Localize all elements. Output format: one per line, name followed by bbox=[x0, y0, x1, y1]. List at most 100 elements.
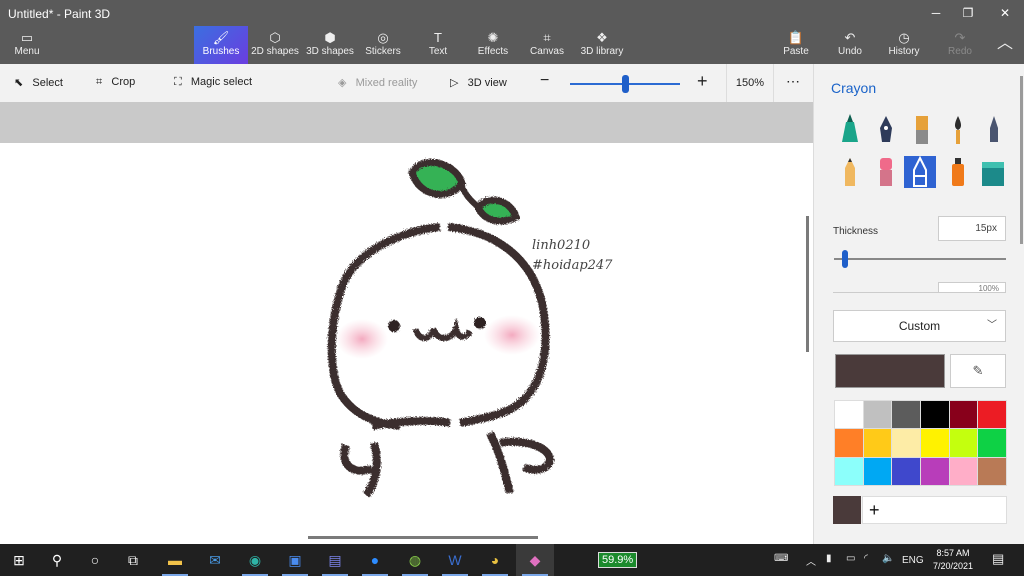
paint-3d-icon[interactable]: ◆ bbox=[516, 544, 554, 576]
color-swatch[interactable] bbox=[949, 457, 978, 485]
oil-brush[interactable] bbox=[908, 114, 936, 146]
history-button[interactable]: ◷ History bbox=[882, 26, 926, 64]
ccleaner-icon[interactable]: ◍ bbox=[396, 544, 434, 576]
drawing-canvas[interactable]: linh0210 #hoidap247 bbox=[0, 143, 806, 544]
tool-3d-library[interactable]: ❖ 3D library bbox=[578, 26, 626, 64]
marker-brush[interactable] bbox=[836, 114, 864, 146]
color-mode-dropdown[interactable]: Custom ﹀ bbox=[833, 310, 1006, 342]
teams-icon[interactable]: ▤ bbox=[316, 544, 354, 576]
color-swatch[interactable] bbox=[835, 429, 863, 457]
canvas-horizontal-scrollbar[interactable] bbox=[308, 536, 538, 539]
thickness-input[interactable]: 15px bbox=[938, 216, 1006, 241]
color-swatch[interactable] bbox=[978, 401, 1006, 429]
edge-icon[interactable]: ◉ bbox=[236, 544, 274, 576]
color-swatch[interactable] bbox=[978, 457, 1006, 485]
redo-icon: ↷ bbox=[954, 30, 966, 45]
chevron-up-icon[interactable]: ︿ bbox=[806, 553, 816, 568]
3d-view-icon: ▷ bbox=[450, 77, 459, 89]
color-swatch[interactable] bbox=[892, 429, 920, 457]
chin-line bbox=[371, 416, 451, 430]
color-swatch[interactable] bbox=[835, 457, 863, 485]
fill-brush[interactable] bbox=[978, 156, 1008, 188]
color-swatch[interactable] bbox=[949, 401, 978, 429]
menu-button[interactable]: ▭ Menu bbox=[6, 26, 48, 64]
color-swatch[interactable] bbox=[920, 457, 949, 485]
chevron-up-icon: ︿ bbox=[996, 35, 1013, 52]
tool-stickers[interactable]: ◎ Stickers bbox=[360, 26, 406, 64]
paste-button[interactable]: 📋 Paste bbox=[776, 26, 816, 64]
cortana-icon[interactable]: ○ bbox=[76, 544, 114, 576]
device-icon[interactable]: ▮ bbox=[826, 553, 832, 564]
zoom-icon[interactable]: ● bbox=[356, 544, 394, 576]
3d-view-button[interactable]: ▷ 3D view bbox=[450, 76, 507, 89]
watercolor-brush[interactable] bbox=[944, 114, 972, 146]
tool-brushes[interactable]: 🖌 Brushes bbox=[194, 26, 248, 64]
thickness-slider-thumb[interactable] bbox=[842, 250, 848, 268]
search-icon[interactable]: ⚲ bbox=[38, 544, 76, 576]
current-color-swatch[interactable] bbox=[835, 354, 945, 388]
tool-3d-shapes[interactable]: ⬢ 3D shapes bbox=[306, 26, 354, 64]
crayon-brush[interactable] bbox=[904, 155, 936, 188]
add-color-button[interactable]: + bbox=[862, 496, 1007, 524]
color-swatch[interactable] bbox=[949, 429, 978, 457]
eraser-brush[interactable] bbox=[872, 156, 900, 188]
tool-effects[interactable]: ✺ Effects bbox=[470, 26, 516, 64]
canvas-vertical-scrollbar[interactable] bbox=[806, 216, 809, 352]
opacity-input[interactable]: 100% bbox=[938, 282, 1006, 292]
custom-color-swatch[interactable] bbox=[833, 496, 861, 524]
pencil-brush[interactable] bbox=[836, 156, 864, 188]
color-swatch[interactable] bbox=[892, 401, 920, 429]
thickness-slider[interactable] bbox=[834, 258, 1006, 260]
more-options-icon[interactable]: ⋯ bbox=[786, 73, 800, 90]
select-label: Select bbox=[32, 77, 63, 89]
crop-tool[interactable]: ⌗ Crop bbox=[96, 76, 135, 89]
wifi-icon[interactable]: ◜ bbox=[864, 553, 868, 564]
file-explorer-icon[interactable]: ▬ bbox=[156, 544, 194, 576]
maximize-button[interactable]: ❐ bbox=[958, 4, 978, 22]
minimize-button[interactable]: ─ bbox=[926, 4, 946, 22]
eyedropper-button[interactable]: ✎ bbox=[950, 354, 1006, 388]
zalo-icon[interactable]: ▣ bbox=[276, 544, 314, 576]
color-swatch[interactable] bbox=[835, 401, 863, 429]
zoom-slider-thumb[interactable] bbox=[622, 75, 629, 93]
color-swatch[interactable] bbox=[863, 457, 892, 485]
color-swatch[interactable] bbox=[892, 457, 920, 485]
windows-start-icon[interactable]: ⊞ bbox=[0, 544, 38, 576]
task-view-icon[interactable]: ⧉ bbox=[114, 544, 152, 576]
tool-text[interactable]: T Text bbox=[416, 26, 460, 64]
magic-select-tool[interactable]: ⛶ Magic select bbox=[174, 76, 252, 89]
network-icon[interactable]: ▭ bbox=[846, 553, 855, 564]
tool-canvas[interactable]: ⌗ Canvas bbox=[526, 26, 568, 64]
undo-button[interactable]: ↶ Undo bbox=[830, 26, 870, 64]
notification-icon[interactable]: ▤ bbox=[992, 551, 1004, 567]
mail-icon[interactable]: ✉ bbox=[196, 544, 234, 576]
chrome-icon[interactable]: ◕ bbox=[476, 544, 514, 576]
calligraphy-pen-brush[interactable] bbox=[872, 114, 900, 146]
zoom-level[interactable]: 150% bbox=[726, 64, 774, 102]
redo-button[interactable]: ↷ Redo bbox=[940, 26, 980, 64]
keyboard-icon[interactable]: ⌨ bbox=[774, 553, 788, 564]
clock[interactable]: 8:57 AM 7/20/2021 bbox=[925, 547, 981, 573]
volume-icon[interactable]: 🔈 bbox=[882, 553, 894, 564]
spray-can-brush[interactable] bbox=[944, 156, 972, 188]
panel-scrollbar[interactable] bbox=[1020, 76, 1023, 244]
color-swatch[interactable] bbox=[920, 401, 949, 429]
ribbon: ▭ Menu 🖌 Brushes ⬡ 2D shapes ⬢ 3D shapes ◎ Stic… bbox=[0, 26, 1024, 64]
tool-2d-shapes[interactable]: ⬡ 2D shapes bbox=[250, 26, 300, 64]
color-swatch[interactable] bbox=[920, 429, 949, 457]
close-button[interactable]: ✕ bbox=[995, 4, 1015, 22]
history-icon: ◷ bbox=[898, 30, 910, 45]
left-blush bbox=[336, 319, 388, 359]
mixed-reality-button[interactable]: ◈ Mixed reality bbox=[338, 76, 417, 89]
select-tool[interactable]: ⬉ Select bbox=[14, 76, 63, 89]
color-swatch[interactable] bbox=[863, 429, 892, 457]
menu-label: Menu bbox=[14, 46, 40, 57]
color-swatch[interactable] bbox=[978, 429, 1006, 457]
pixel-pen-brush[interactable] bbox=[980, 114, 1008, 146]
language-indicator[interactable]: ENG bbox=[902, 555, 924, 566]
color-swatch[interactable] bbox=[863, 401, 892, 429]
zoom-out-button[interactable]: − bbox=[540, 72, 549, 90]
zoom-in-button[interactable]: + bbox=[697, 71, 708, 92]
word-icon[interactable]: W bbox=[436, 544, 474, 576]
collapse-ribbon-button[interactable]: ︿ bbox=[990, 26, 1020, 64]
